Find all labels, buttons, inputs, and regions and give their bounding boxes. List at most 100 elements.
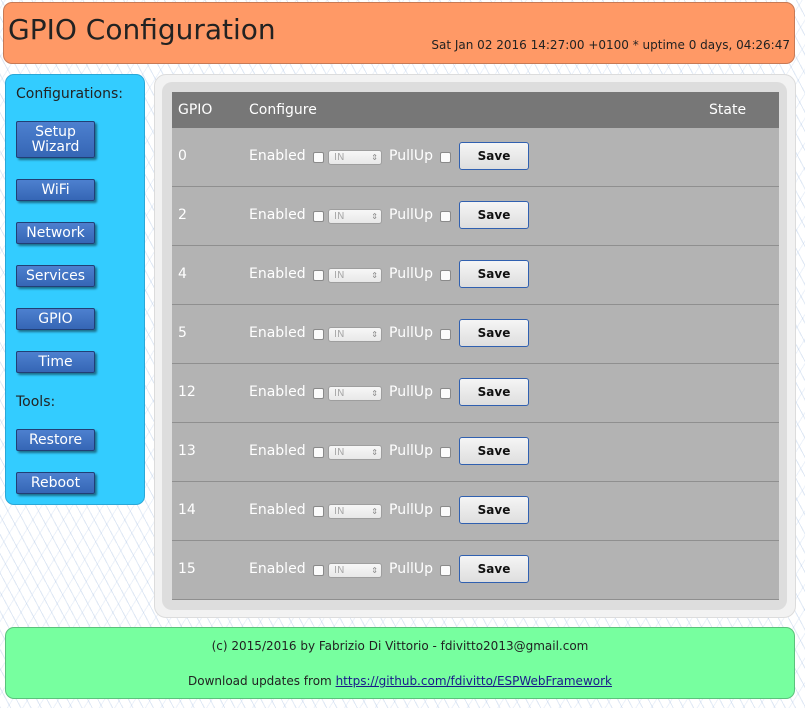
updown-arrows-icon: ⇕ <box>371 507 378 516</box>
download-line: Download updates from https://github.com… <box>6 674 794 688</box>
save-button[interactable]: Save <box>459 378 529 406</box>
enabled-checkbox[interactable] <box>313 565 324 576</box>
mode-select-value: IN <box>334 388 345 399</box>
mode-select-value: IN <box>334 447 345 458</box>
mode-select[interactable]: IN ⇕ <box>328 386 382 401</box>
configurations-label: Configurations: <box>16 86 123 102</box>
updown-arrows-icon: ⇕ <box>371 271 378 280</box>
pullup-checkbox[interactable] <box>440 506 451 517</box>
mode-select[interactable]: IN ⇕ <box>328 150 382 165</box>
gpio-number: 5 <box>178 325 187 341</box>
enabled-label: Enabled <box>249 561 306 577</box>
pullup-label: PullUp <box>389 148 433 164</box>
enabled-checkbox[interactable] <box>313 388 324 399</box>
mode-select-value: IN <box>334 211 345 222</box>
mode-select[interactable]: IN ⇕ <box>328 445 382 460</box>
pullup-checkbox[interactable] <box>440 152 451 163</box>
pullup-checkbox[interactable] <box>440 388 451 399</box>
enabled-checkbox[interactable] <box>313 211 324 222</box>
enabled-checkbox[interactable] <box>313 152 324 163</box>
enabled-label: Enabled <box>249 443 306 459</box>
restore-button[interactable]: Restore <box>16 429 95 451</box>
enabled-label: Enabled <box>249 384 306 400</box>
table-header: GPIO Configure State <box>172 92 779 128</box>
mode-select[interactable]: IN ⇕ <box>328 268 382 283</box>
column-header-state: State <box>709 102 747 118</box>
enabled-checkbox[interactable] <box>313 506 324 517</box>
services-button[interactable]: Services <box>16 265 95 287</box>
reboot-button[interactable]: Reboot <box>16 472 95 494</box>
pullup-checkbox[interactable] <box>440 329 451 340</box>
table-row: 15 Enabled IN ⇕ PullUp Save <box>172 541 779 600</box>
pullup-label: PullUp <box>389 561 433 577</box>
pullup-label: PullUp <box>389 502 433 518</box>
mode-select[interactable]: IN ⇕ <box>328 504 382 519</box>
pullup-checkbox[interactable] <box>440 211 451 222</box>
pullup-label: PullUp <box>389 207 433 223</box>
enabled-label: Enabled <box>249 207 306 223</box>
enabled-label: Enabled <box>249 266 306 282</box>
network-button[interactable]: Network <box>16 222 95 244</box>
mode-select[interactable]: IN ⇕ <box>328 209 382 224</box>
column-header-gpio: GPIO <box>178 102 213 118</box>
table-row: 12 Enabled IN ⇕ PullUp Save <box>172 364 779 423</box>
table-row: 4 Enabled IN ⇕ PullUp Save <box>172 246 779 305</box>
mode-select-value: IN <box>334 506 345 517</box>
table-row: 2 Enabled IN ⇕ PullUp Save <box>172 187 779 246</box>
gpio-number: 13 <box>178 443 196 459</box>
setup-wizard-button[interactable]: Setup Wizard <box>16 121 95 158</box>
page-header: GPIO Configuration Sat Jan 02 2016 14:27… <box>3 2 795 64</box>
wifi-button[interactable]: WiFi <box>16 179 95 201</box>
save-button[interactable]: Save <box>459 496 529 524</box>
pullup-label: PullUp <box>389 266 433 282</box>
enabled-checkbox[interactable] <box>313 270 324 281</box>
table-row: 5 Enabled IN ⇕ PullUp Save <box>172 305 779 364</box>
updown-arrows-icon: ⇕ <box>371 212 378 221</box>
tools-label: Tools: <box>16 394 56 410</box>
table-row: 14 Enabled IN ⇕ PullUp Save <box>172 482 779 541</box>
gpio-number: 14 <box>178 502 196 518</box>
save-button[interactable]: Save <box>459 201 529 229</box>
updown-arrows-icon: ⇕ <box>371 153 378 162</box>
table-row: 13 Enabled IN ⇕ PullUp Save <box>172 423 779 482</box>
page-footer: (c) 2015/2016 by Fabrizio Di Vittorio - … <box>5 627 795 699</box>
updown-arrows-icon: ⇕ <box>371 566 378 575</box>
enabled-label: Enabled <box>249 148 306 164</box>
updown-arrows-icon: ⇕ <box>371 330 378 339</box>
gpio-number: 4 <box>178 266 187 282</box>
datetime-uptime-status: Sat Jan 02 2016 14:27:00 +0100 * uptime … <box>431 38 790 52</box>
pullup-label: PullUp <box>389 384 433 400</box>
gpio-number: 12 <box>178 384 196 400</box>
save-button[interactable]: Save <box>459 319 529 347</box>
save-button[interactable]: Save <box>459 555 529 583</box>
mode-select-value: IN <box>334 152 345 163</box>
mode-select-value: IN <box>334 329 345 340</box>
save-button[interactable]: Save <box>459 142 529 170</box>
time-button[interactable]: Time <box>16 351 95 373</box>
updown-arrows-icon: ⇕ <box>371 389 378 398</box>
mode-select[interactable]: IN ⇕ <box>328 327 382 342</box>
pullup-checkbox[interactable] <box>440 270 451 281</box>
gpio-number: 2 <box>178 207 187 223</box>
mode-select-value: IN <box>334 565 345 576</box>
enabled-checkbox[interactable] <box>313 447 324 458</box>
updown-arrows-icon: ⇕ <box>371 448 378 457</box>
pullup-checkbox[interactable] <box>440 447 451 458</box>
pullup-label: PullUp <box>389 325 433 341</box>
download-prefix-text: Download updates from <box>188 674 336 688</box>
pullup-label: PullUp <box>389 443 433 459</box>
gpio-button[interactable]: GPIO <box>16 308 95 330</box>
pullup-checkbox[interactable] <box>440 565 451 576</box>
mode-select[interactable]: IN ⇕ <box>328 563 382 578</box>
download-link[interactable]: https://github.com/fdivitto/ESPWebFramew… <box>336 674 612 688</box>
mode-select-value: IN <box>334 270 345 281</box>
enabled-label: Enabled <box>249 502 306 518</box>
enabled-checkbox[interactable] <box>313 329 324 340</box>
table-row: 0 Enabled IN ⇕ PullUp Save <box>172 128 779 187</box>
save-button[interactable]: Save <box>459 437 529 465</box>
sidebar: Configurations: Setup Wizard WiFi Networ… <box>5 74 145 505</box>
save-button[interactable]: Save <box>459 260 529 288</box>
column-header-configure: Configure <box>249 102 317 118</box>
copyright-text: (c) 2015/2016 by Fabrizio Di Vittorio - … <box>211 639 589 653</box>
gpio-number: 0 <box>178 148 187 164</box>
